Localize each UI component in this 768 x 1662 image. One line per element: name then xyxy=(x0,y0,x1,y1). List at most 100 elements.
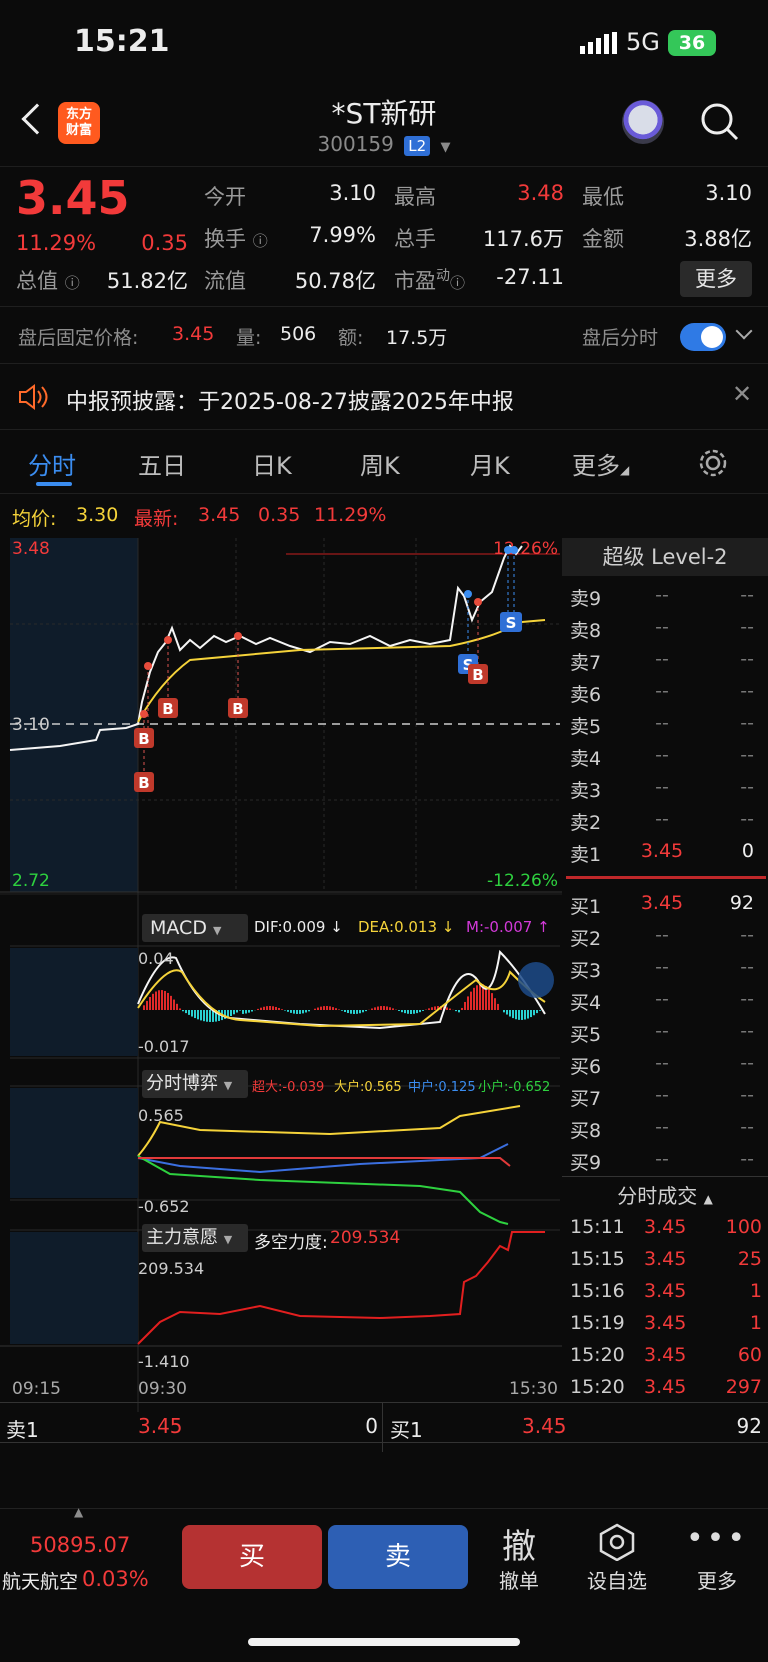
after-hours-label: 盘后固定价格: xyxy=(18,327,139,349)
chart-tabs: 分时 五日 日K 周K 月K 更多◢ xyxy=(0,430,768,494)
battery-level: 36 xyxy=(678,32,706,54)
trade-time: 15:16 xyxy=(570,1280,625,1302)
bid-row[interactable]: 买5 -- -- xyxy=(562,1016,768,1048)
trade-price: 3.45 xyxy=(644,1344,687,1366)
macd-bar xyxy=(470,991,472,1010)
bid-row[interactable]: 买1 3.45 92 xyxy=(562,888,768,920)
more-info-button[interactable]: 更多 xyxy=(680,261,752,297)
more-dots-icon: ••• xyxy=(685,1521,749,1556)
bid-vol: 92 xyxy=(729,892,754,914)
macd-bar xyxy=(497,1003,499,1010)
ask-row[interactable]: 卖4 -- -- xyxy=(562,740,768,772)
tab-monthly-k[interactable]: 月K xyxy=(470,446,510,481)
robot-assistant-icon[interactable] xyxy=(622,100,664,144)
index-name[interactable]: 航天航空 xyxy=(2,1567,78,1594)
macd-bar xyxy=(158,990,160,1010)
ask-row[interactable]: 卖5 -- -- xyxy=(562,708,768,740)
cancel-order-button[interactable]: 撤 撤单 xyxy=(474,1519,564,1609)
macd-bar xyxy=(446,1007,448,1010)
bid-row[interactable]: 买7 -- -- xyxy=(562,1080,768,1112)
chevron-down-icon[interactable] xyxy=(735,322,753,340)
ask-vol: -- xyxy=(740,680,754,702)
chevron-down-icon: ▼ xyxy=(440,140,451,155)
main-force-selector[interactable]: 主力意愿 ▼ xyxy=(142,1224,248,1252)
trade-time: 15:20 xyxy=(570,1344,625,1366)
high-value: 3.48 xyxy=(517,181,564,205)
trade-price: 3.45 xyxy=(644,1376,687,1398)
pe-value: -27.11 xyxy=(496,265,564,289)
bid-row[interactable]: 买2 -- -- xyxy=(562,920,768,952)
sell-button[interactable]: 卖 xyxy=(328,1525,468,1589)
macd-bar xyxy=(155,991,157,1010)
ask-row[interactable]: 卖1 3.45 0 xyxy=(562,836,768,868)
ask-row[interactable]: 卖3 -- -- xyxy=(562,772,768,804)
macd-bar xyxy=(353,1010,355,1014)
close-icon[interactable]: ✕ xyxy=(732,380,752,408)
buy-button[interactable]: 买 xyxy=(182,1525,322,1589)
tab-indicator xyxy=(36,482,72,486)
index-pct[interactable]: 0.03% xyxy=(82,1567,149,1591)
tab-weekly-k[interactable]: 周K xyxy=(360,446,400,481)
macd-bar xyxy=(449,1008,451,1010)
macd-bar xyxy=(533,1010,535,1016)
tab-more[interactable]: 更多◢ xyxy=(572,446,629,481)
bopu-selector[interactable]: 分时博弈 ▼ xyxy=(142,1070,248,1098)
ask-vol: -- xyxy=(740,744,754,766)
tab-intraday[interactable]: 分时 xyxy=(28,446,76,481)
bid-price: -- xyxy=(655,924,669,946)
low-label: 最低 xyxy=(582,185,624,209)
home-indicator xyxy=(248,1638,520,1646)
macd-bar xyxy=(374,1007,376,1010)
after-hours-bar: 盘后固定价格: 3.45 量: 506 额: 17.5万 盘后分时 xyxy=(0,306,768,364)
tab-daily-k[interactable]: 日K xyxy=(252,446,292,481)
ask-label: 卖6 xyxy=(570,684,602,706)
notice-bar[interactable]: 中报预披露：于2025-08-27披露2025年中报 ✕ xyxy=(0,364,768,430)
macd-bar xyxy=(512,1010,514,1019)
order-book: 超级 Level-2 卖9 -- -- 卖8 -- -- 卖7 -- -- 卖6 -- -- 卖5 -- -… xyxy=(562,538,768,1398)
bid-row[interactable]: 买4 -- -- xyxy=(562,984,768,1016)
bopu-top-label: 0.565 xyxy=(138,1106,184,1125)
latest-label: 最新: xyxy=(134,508,179,530)
intraday-chart[interactable]: 3.48 3.10 2.72 12.26% -12.26% B B B B S … xyxy=(0,532,562,1412)
after-hours-toggle-label: 盘后分时 xyxy=(582,327,659,349)
macd-bar xyxy=(239,1010,241,1011)
ask-row[interactable]: 卖8 -- -- xyxy=(562,612,768,644)
macd-bar xyxy=(317,1007,319,1010)
after-hours-toggle[interactable] xyxy=(680,323,726,351)
after-hours-vol-label: 量: xyxy=(236,327,262,349)
pct-low-label: -12.26% xyxy=(487,871,558,891)
total-value-label: 总值 ⓘ xyxy=(16,269,80,293)
ask-row[interactable]: 卖7 -- -- xyxy=(562,644,768,676)
amount-label: 金额 xyxy=(582,227,624,251)
index-value[interactable]: 50895.07 xyxy=(30,1533,130,1557)
sell-marker: S xyxy=(500,612,522,632)
book-divider xyxy=(566,876,766,879)
add-watchlist-button[interactable]: 设自选 xyxy=(572,1519,662,1609)
bid-row[interactable]: 买3 -- -- xyxy=(562,952,768,984)
macd-bar xyxy=(392,1008,394,1010)
buy-marker: B xyxy=(158,698,178,718)
more-actions-button[interactable]: ••• 更多 xyxy=(672,1519,762,1609)
macd-bar xyxy=(209,1010,211,1022)
ask-row[interactable]: 卖2 -- -- xyxy=(562,804,768,836)
macd-bar xyxy=(377,1006,379,1010)
settings-gear-icon[interactable] xyxy=(698,448,728,478)
search-icon[interactable] xyxy=(700,102,740,142)
macd-bar xyxy=(338,1009,340,1010)
macd-bar xyxy=(356,1010,358,1014)
macd-bar xyxy=(326,1006,328,1010)
svg-text:B: B xyxy=(138,730,149,748)
bid-row[interactable]: 买9 -- -- xyxy=(562,1144,768,1176)
trades-title[interactable]: 分时成交 ▲ xyxy=(562,1180,768,1209)
macd-bar xyxy=(422,1010,424,1011)
bid-row[interactable]: 买6 -- -- xyxy=(562,1048,768,1080)
ask-row[interactable]: 卖6 -- -- xyxy=(562,676,768,708)
macd-selector[interactable]: MACD ▼ xyxy=(142,914,248,942)
trade-time: 15:15 xyxy=(570,1248,625,1270)
quote-panel: 3.45 11.29% 0.35 今开 3.10 最高 3.48 最低 3.10… xyxy=(0,166,768,306)
ask-row[interactable]: 卖9 -- -- xyxy=(562,580,768,612)
pe-label: 市盈动ⓘ xyxy=(394,268,466,293)
bid-row[interactable]: 买8 -- -- xyxy=(562,1112,768,1144)
macd-bar xyxy=(428,1008,430,1010)
tab-five-day[interactable]: 五日 xyxy=(138,446,186,481)
